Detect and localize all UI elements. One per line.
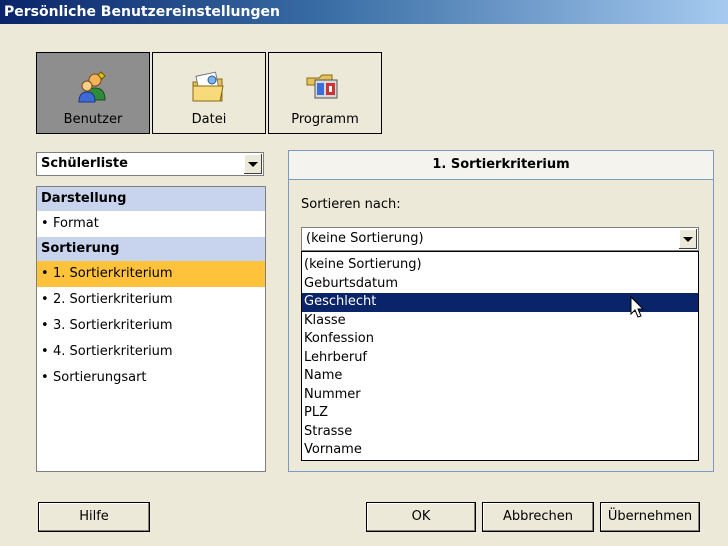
mouse-cursor-icon	[630, 296, 645, 318]
programm-button[interactable]: Programm	[268, 52, 382, 134]
group-sortierung[interactable]: Sortierung	[37, 237, 265, 261]
help-button[interactable]: Hilfe	[38, 502, 150, 532]
option-vorname[interactable]: Vorname	[302, 441, 698, 460]
sort-options-dropdown: (keine Sortierung) Geburtsdatum Geschlec…	[301, 251, 699, 461]
tree-item-format[interactable]: • Format	[37, 211, 265, 237]
datei-label: Datei	[191, 112, 227, 127]
option-konfession[interactable]: Konfession	[302, 330, 698, 349]
option-geburtsdatum[interactable]: Geburtsdatum	[302, 275, 698, 294]
tree-item-label: 1. Sortierkriterium	[53, 266, 173, 281]
settings-tree: Darstellung • Format Sortierung • 1. Sorti…	[36, 186, 266, 472]
panel-title: 1. Sortierkriterium	[289, 151, 713, 180]
user-settings-icon	[75, 70, 111, 106]
program-icon	[305, 70, 345, 106]
apply-button[interactable]: Übernehmen	[600, 502, 700, 532]
bullet-icon: •	[41, 292, 49, 307]
option-lehrberuf[interactable]: Lehrberuf	[302, 349, 698, 368]
bullet-icon: •	[41, 318, 49, 333]
benutzer-button[interactable]: Benutzer	[36, 52, 150, 134]
option-plz[interactable]: PLZ	[302, 404, 698, 423]
group-darstellung[interactable]: Darstellung	[37, 187, 265, 211]
bullet-icon: •	[41, 266, 49, 281]
folder-icon	[190, 70, 228, 106]
bullet-icon: •	[41, 370, 49, 385]
tree-item-label: 3. Sortierkriterium	[53, 318, 173, 333]
chevron-down-icon[interactable]	[678, 229, 697, 249]
option-name[interactable]: Name	[302, 367, 698, 386]
option-nummer[interactable]: Nummer	[302, 386, 698, 405]
tree-item-sortierkriterium-2[interactable]: • 2. Sortierkriterium	[37, 287, 265, 313]
option-keine-sortierung[interactable]: (keine Sortierung)	[302, 256, 698, 275]
tree-item-label: Sortierungsart	[53, 370, 147, 385]
bullet-icon: •	[41, 216, 49, 231]
cancel-button[interactable]: Abbrechen	[482, 502, 594, 532]
tree-item-sortierkriterium-3[interactable]: • 3. Sortierkriterium	[37, 313, 265, 339]
sort-by-label: Sortieren nach:	[301, 197, 401, 212]
tree-item-label: 4. Sortierkriterium	[53, 344, 173, 359]
benutzer-label: Benutzer	[63, 112, 123, 127]
tree-item-sortierkriterium-1[interactable]: • 1. Sortierkriterium	[37, 261, 265, 287]
list-type-value: Schülerliste	[41, 156, 128, 171]
toolbar: Benutzer Datei Programm	[36, 52, 384, 136]
programm-label: Programm	[291, 112, 359, 127]
sort-by-value: (keine Sortierung)	[306, 231, 424, 246]
option-strasse[interactable]: Strasse	[302, 423, 698, 442]
sort-by-select[interactable]: (keine Sortierung)	[301, 227, 699, 251]
tree-item-label: Format	[53, 216, 99, 231]
list-type-combo[interactable]: Schülerliste	[36, 152, 264, 176]
tree-item-sortierungsart[interactable]: • Sortierungsart	[37, 365, 265, 391]
tree-item-label: 2. Sortierkriterium	[53, 292, 173, 307]
chevron-down-icon[interactable]	[243, 154, 262, 174]
tree-item-sortierkriterium-4[interactable]: • 4. Sortierkriterium	[37, 339, 265, 365]
window-title: Persönliche Benutzereinstellungen	[0, 0, 728, 24]
sort-criterion-panel: 1. Sortierkriterium Sortieren nach: (kei…	[288, 150, 714, 472]
ok-button[interactable]: OK	[366, 502, 476, 532]
datei-button[interactable]: Datei	[152, 52, 266, 134]
bullet-icon: •	[41, 344, 49, 359]
